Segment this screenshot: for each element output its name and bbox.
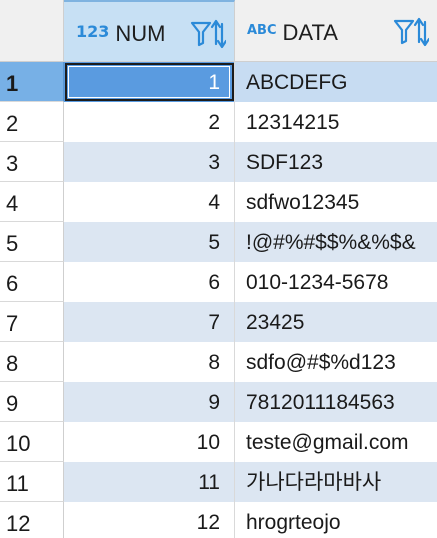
data-cell[interactable]: ABCDEFG xyxy=(235,62,437,102)
row-number[interactable]: 7 xyxy=(0,302,64,342)
result-grid: 123 NUM ABC DATA 1 1 ABCDEFG 2 2 1231421… xyxy=(0,0,437,538)
table-row[interactable]: 11 11 가나다라마바사 xyxy=(0,462,437,502)
table-row[interactable]: 4 4 sdfwo12345 xyxy=(0,182,437,222)
filter-sort-icons-num[interactable] xyxy=(190,19,226,49)
row-number[interactable]: 10 xyxy=(0,422,64,462)
filter-icon[interactable] xyxy=(190,21,212,47)
column-header-num[interactable]: 123 NUM xyxy=(64,0,235,62)
sort-icon[interactable] xyxy=(413,17,429,47)
text-type-icon: ABC xyxy=(247,23,277,38)
data-cell[interactable]: teste@gmail.com xyxy=(235,422,437,462)
num-cell[interactable]: 8 xyxy=(64,342,235,382)
data-cell[interactable]: 7812011184563 xyxy=(235,382,437,422)
row-number[interactable]: 5 xyxy=(0,222,64,262)
row-number[interactable]: 6 xyxy=(0,262,64,302)
data-cell[interactable]: 23425 xyxy=(235,302,437,342)
num-cell[interactable]: 12 xyxy=(64,502,235,538)
column-title-data: DATA xyxy=(282,19,338,45)
data-cell[interactable]: 12314215 xyxy=(235,102,437,142)
num-cell[interactable]: 6 xyxy=(64,262,235,302)
column-header-data[interactable]: ABC DATA xyxy=(235,0,437,62)
num-cell[interactable]: 4 xyxy=(64,182,235,222)
num-cell[interactable]: 5 xyxy=(64,222,235,262)
grid-header: 123 NUM ABC DATA xyxy=(0,0,437,62)
data-cell[interactable]: SDF123 xyxy=(235,142,437,182)
table-row[interactable]: 10 10 teste@gmail.com xyxy=(0,422,437,462)
data-cell[interactable]: !@#%#$$%&%$& xyxy=(235,222,437,262)
data-cell[interactable]: 010-1234-5678 xyxy=(235,262,437,302)
data-cell[interactable]: sdfo@#$%d123 xyxy=(235,342,437,382)
num-cell[interactable]: 10 xyxy=(64,422,235,462)
filter-icon[interactable] xyxy=(393,19,415,45)
row-number[interactable]: 9 xyxy=(0,382,64,422)
data-cell[interactable]: hrogrteojo xyxy=(235,502,437,538)
table-row[interactable]: 12 12 hrogrteojo xyxy=(0,502,437,538)
row-number[interactable]: 12 xyxy=(0,502,64,538)
num-cell[interactable]: 9 xyxy=(64,382,235,422)
data-cell[interactable]: 가나다라마바사 xyxy=(235,462,437,502)
num-cell[interactable]: 11 xyxy=(64,462,235,502)
table-row[interactable]: 5 5 !@#%#$$%&%$& xyxy=(0,222,437,262)
select-all-corner[interactable] xyxy=(0,0,64,62)
table-row[interactable]: 7 7 23425 xyxy=(0,302,437,342)
row-number[interactable]: 1 xyxy=(0,62,64,102)
row-number[interactable]: 2 xyxy=(0,102,64,142)
table-row[interactable]: 3 3 SDF123 xyxy=(0,142,437,182)
num-cell[interactable]: 7 xyxy=(64,302,235,342)
row-number[interactable]: 11 xyxy=(0,462,64,502)
numeric-type-icon: 123 xyxy=(76,22,110,41)
table-row[interactable]: 9 9 7812011184563 xyxy=(0,382,437,422)
filter-sort-icons-data[interactable] xyxy=(393,17,429,47)
num-cell[interactable]: 2 xyxy=(64,102,235,142)
row-number[interactable]: 4 xyxy=(0,182,64,222)
row-number[interactable]: 3 xyxy=(0,142,64,182)
num-cell[interactable]: 1 xyxy=(64,62,235,102)
column-title-num: NUM xyxy=(115,20,166,46)
row-number[interactable]: 8 xyxy=(0,342,64,382)
table-row[interactable]: 6 6 010-1234-5678 xyxy=(0,262,437,302)
table-row[interactable]: 1 1 ABCDEFG xyxy=(0,62,437,102)
data-cell[interactable]: sdfwo12345 xyxy=(235,182,437,222)
sort-icon[interactable] xyxy=(210,19,226,49)
num-cell[interactable]: 3 xyxy=(64,142,235,182)
table-row[interactable]: 2 2 12314215 xyxy=(0,102,437,142)
table-row[interactable]: 8 8 sdfo@#$%d123 xyxy=(0,342,437,382)
